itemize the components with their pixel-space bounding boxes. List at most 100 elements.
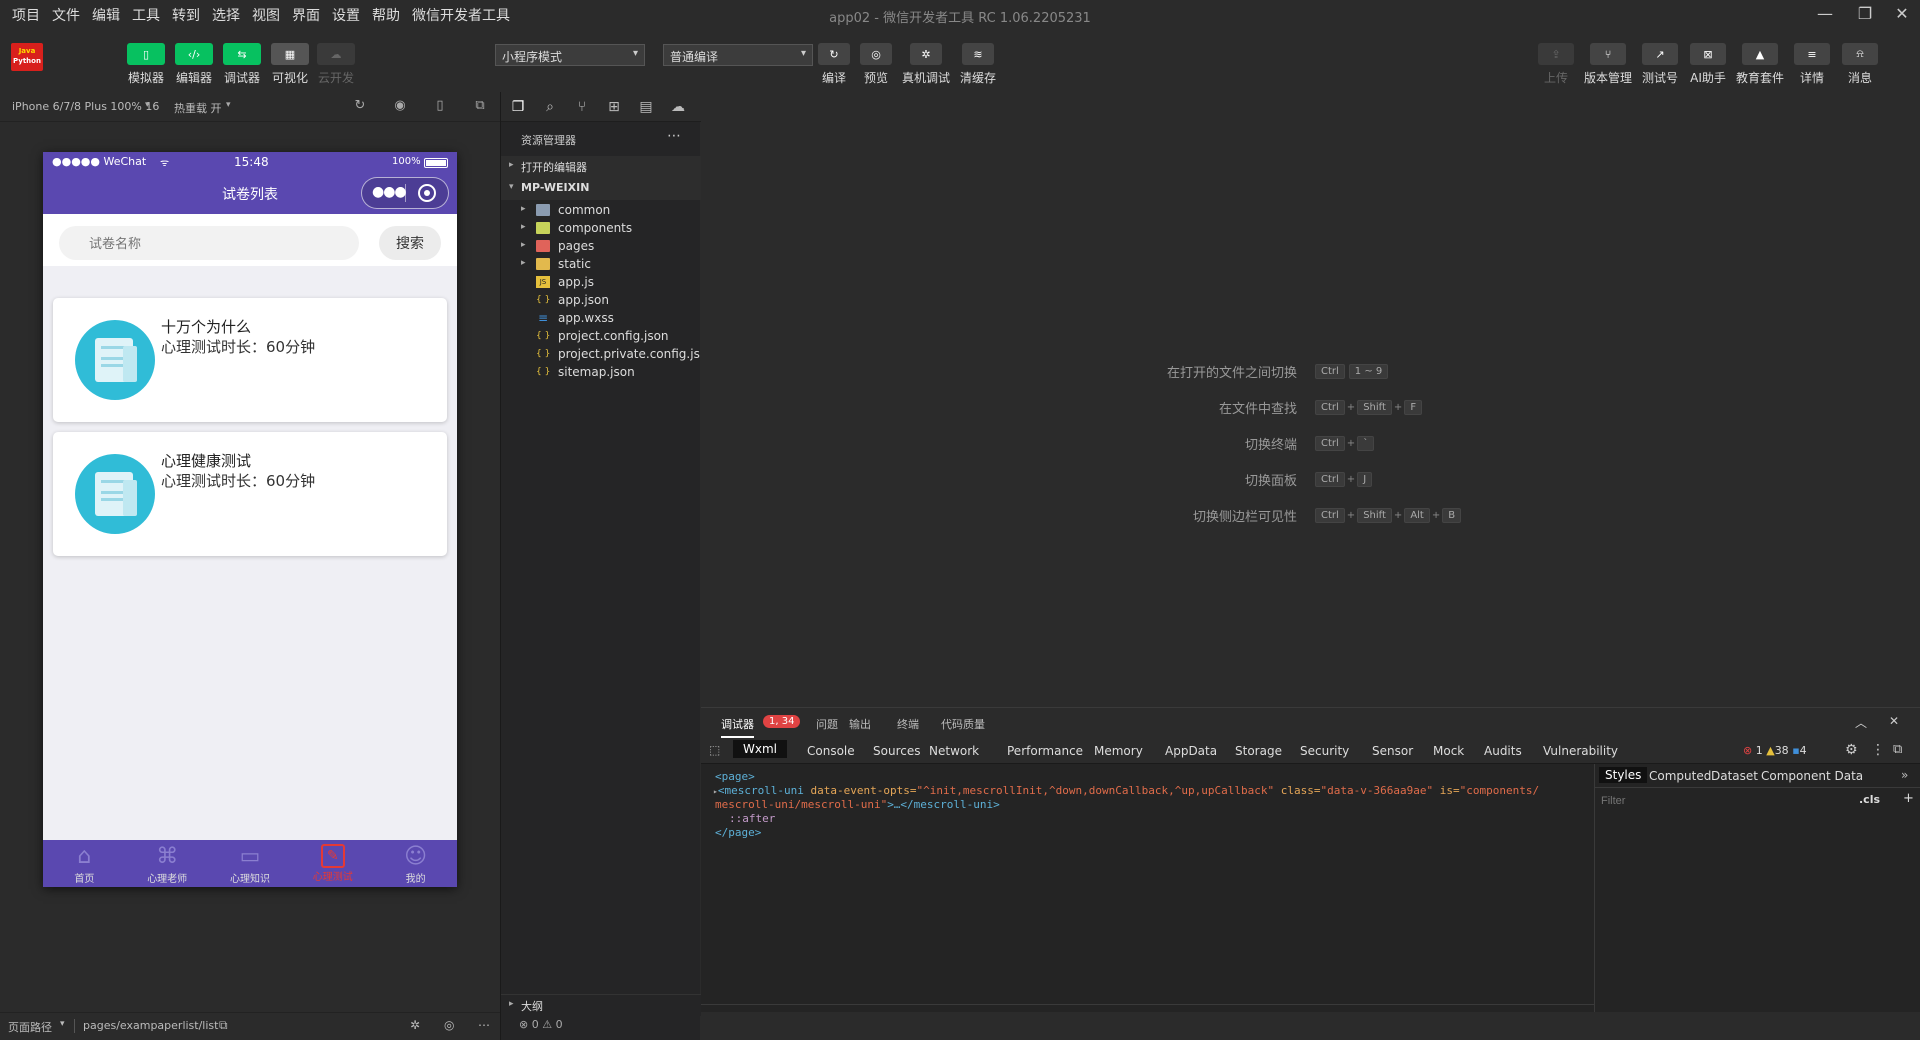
gear-icon[interactable]: ⚙: [1845, 742, 1858, 758]
mode-select[interactable]: 小程序模式: [495, 44, 645, 66]
close-mini-icon[interactable]: [418, 184, 436, 202]
files-icon[interactable]: ❐: [509, 99, 527, 117]
toolbar-cloud-button[interactable]: ☁ 云开发: [312, 43, 360, 86]
exam-card[interactable]: 十万个为什么 心理测试时长：60分钟: [53, 298, 447, 422]
toolbar-menu-button[interactable]: ≡ 详情: [1788, 43, 1836, 86]
search-button[interactable]: 搜索: [379, 226, 441, 260]
exam-card[interactable]: 心理健康测试 心理测试时长：60分钟: [53, 432, 447, 556]
docker-icon[interactable]: ☁: [669, 99, 687, 117]
toolbar-label: 教育套件: [1736, 71, 1785, 85]
page-path-label[interactable]: 页面路径: [8, 1019, 52, 1035]
search-input[interactable]: [59, 226, 359, 260]
toolbar-layers-button[interactable]: ≋ 清缓存: [954, 43, 1002, 86]
toolbar-graduation-button[interactable]: ▲ 教育套件: [1736, 43, 1784, 86]
close-icon[interactable]: ✕: [1889, 714, 1899, 728]
toolbar-debug-button[interactable]: ⇆ 调试器: [218, 43, 266, 86]
storage-icon[interactable]: ▤: [637, 99, 655, 117]
popout-icon[interactable]: ⧉: [471, 98, 489, 116]
kebab-icon[interactable]: ⋮: [1871, 742, 1885, 758]
devtools-top-tab[interactable]: 终端: [897, 716, 919, 732]
shortcut-keys: Ctrl + Shift + F: [1313, 399, 1424, 415]
add-style-button[interactable]: +: [1903, 791, 1914, 806]
status-carrier: ●●●●● WeChat: [52, 155, 147, 168]
toolbar-refresh-button[interactable]: ↻ 编译: [810, 43, 858, 86]
wxml-node-page-close: </page>: [715, 826, 762, 839]
devtools-tab-sensor[interactable]: Sensor: [1372, 744, 1413, 758]
devtools-tab-memory[interactable]: Memory: [1094, 744, 1143, 758]
minimize-icon[interactable]: —: [1813, 4, 1837, 26]
inspect-icon[interactable]: ⬚: [709, 743, 720, 757]
devtools-tab-vulnerability[interactable]: Vulnerability: [1543, 744, 1618, 758]
more-icon[interactable]: ●●●: [372, 184, 407, 200]
wxml-node-page[interactable]: <page>: [715, 770, 755, 783]
devtools-tab-console[interactable]: Console: [807, 744, 855, 758]
styles-tab-dataset[interactable]: Dataset: [1707, 768, 1762, 784]
dock-icon[interactable]: ⧉: [1893, 742, 1902, 757]
open-editors-section[interactable]: ▸ 打开的编辑器: [501, 156, 701, 178]
chevron-right-icon: ▸: [521, 204, 526, 214]
toolbar-upload-button[interactable]: ⇪ 上传: [1532, 43, 1580, 86]
compile-select[interactable]: 普通编译: [663, 44, 813, 66]
more-icon[interactable]: ⋯: [478, 1018, 490, 1032]
devtools-tab-sources[interactable]: Sources: [873, 744, 920, 758]
toolbar-bug-button[interactable]: ✲ 真机调试: [902, 43, 950, 86]
search-icon[interactable]: ⌕: [541, 99, 559, 117]
extensions-icon[interactable]: ⊞: [605, 99, 623, 117]
devtools-tab-audits[interactable]: Audits: [1484, 744, 1522, 758]
hot-reload-toggle[interactable]: 热重载 开: [174, 100, 222, 116]
devtools-top-tab[interactable]: 输出: [849, 716, 871, 732]
chevron-up-icon[interactable]: ︿: [1855, 714, 1867, 731]
toolbar-layout-button[interactable]: ▦ 可视化: [266, 43, 314, 86]
chevron-right-icon: ▸: [521, 222, 526, 232]
device-icon[interactable]: ▯: [431, 98, 449, 116]
problems-status[interactable]: ⊗ 0 ⚠ 0: [519, 1018, 563, 1031]
eye-icon[interactable]: ◎: [444, 1018, 454, 1032]
devtools-tab-wxml[interactable]: Wxml: [733, 740, 787, 758]
styles-filter-input[interactable]: [1601, 792, 1851, 810]
restore-icon[interactable]: ❐: [1853, 4, 1877, 26]
toolbar-external-button[interactable]: ↗ 测试号: [1636, 43, 1684, 86]
device-select[interactable]: iPhone 6/7/8 Plus 100% 16: [12, 100, 159, 113]
devtools-tab-security[interactable]: Security: [1300, 744, 1349, 758]
more-icon[interactable]: ⋯: [667, 128, 681, 144]
divider: [74, 1019, 75, 1033]
branch-icon[interactable]: ⑂: [573, 99, 591, 117]
tab-user[interactable]: ☺ 我的: [374, 840, 457, 887]
toolbar-eye-button[interactable]: ◎ 预览: [852, 43, 900, 86]
devtools-top-tab[interactable]: 问题: [816, 716, 838, 732]
toolbar-branch-button[interactable]: ⑂ 版本管理: [1584, 43, 1632, 86]
tab-grid[interactable]: ⌘ 心理老师: [126, 840, 209, 887]
capsule-button[interactable]: ●●●: [361, 177, 449, 209]
outline-section[interactable]: ▸ 大纲: [501, 994, 701, 1016]
wxml-pseudo-after[interactable]: ::after: [729, 812, 775, 825]
wxml-node-mescroll[interactable]: ▸<mescroll-uni data-event-opts="^init,me…: [713, 784, 1539, 797]
refresh-icon[interactable]: ↻: [351, 98, 369, 116]
styles-tab-styles[interactable]: Styles: [1599, 767, 1648, 783]
toolbar-code-button[interactable]: ‹/› 编辑器: [170, 43, 218, 86]
file-tree-item[interactable]: { } sitemap.json: [501, 362, 701, 384]
tab-bar: ⌂ 首页 ⌘ 心理老师 ▭ 心理知识 ✎ 心理测试 ☺ 我的: [43, 840, 457, 887]
devtools-tab-network[interactable]: Network: [929, 744, 979, 758]
devtools-tab-mock[interactable]: Mock: [1433, 744, 1464, 758]
toolbar-bell-button[interactable]: ⍾ 消息: [1836, 43, 1884, 86]
devtools-tab-storage[interactable]: Storage: [1235, 744, 1282, 758]
tab-book[interactable]: ▭ 心理知识: [209, 840, 292, 887]
root-folder[interactable]: ▾ MP-WEIXIN: [501, 178, 701, 200]
devtools-top-tab[interactable]: 代码质量: [941, 716, 985, 732]
devtools-top-tab[interactable]: 调试器: [721, 716, 754, 738]
devtools-tab-performance[interactable]: Performance: [1007, 744, 1083, 758]
toolbar-ai-button[interactable]: ⊠ AI助手: [1684, 43, 1732, 86]
copy-icon[interactable]: ⧉: [219, 1018, 228, 1033]
tab-home[interactable]: ⌂ 首页: [43, 840, 126, 887]
toolbar-phone-button[interactable]: ▯ 模拟器: [122, 43, 170, 86]
close-icon[interactable]: ✕: [1890, 4, 1914, 26]
devtools-tab-appdata[interactable]: AppData: [1165, 744, 1217, 758]
styles-tab-component-data[interactable]: Component Data: [1757, 768, 1867, 784]
styles-tab-computed[interactable]: Computed: [1645, 768, 1715, 784]
tab-test[interactable]: ✎ 心理测试: [291, 840, 374, 887]
chevron-double-right-icon[interactable]: »: [1901, 768, 1908, 782]
record-icon[interactable]: ◉: [391, 98, 409, 116]
cls-button[interactable]: .cls: [1859, 793, 1880, 806]
branch-icon: ⑂: [1590, 43, 1626, 65]
bug-icon[interactable]: ✲: [410, 1018, 420, 1032]
